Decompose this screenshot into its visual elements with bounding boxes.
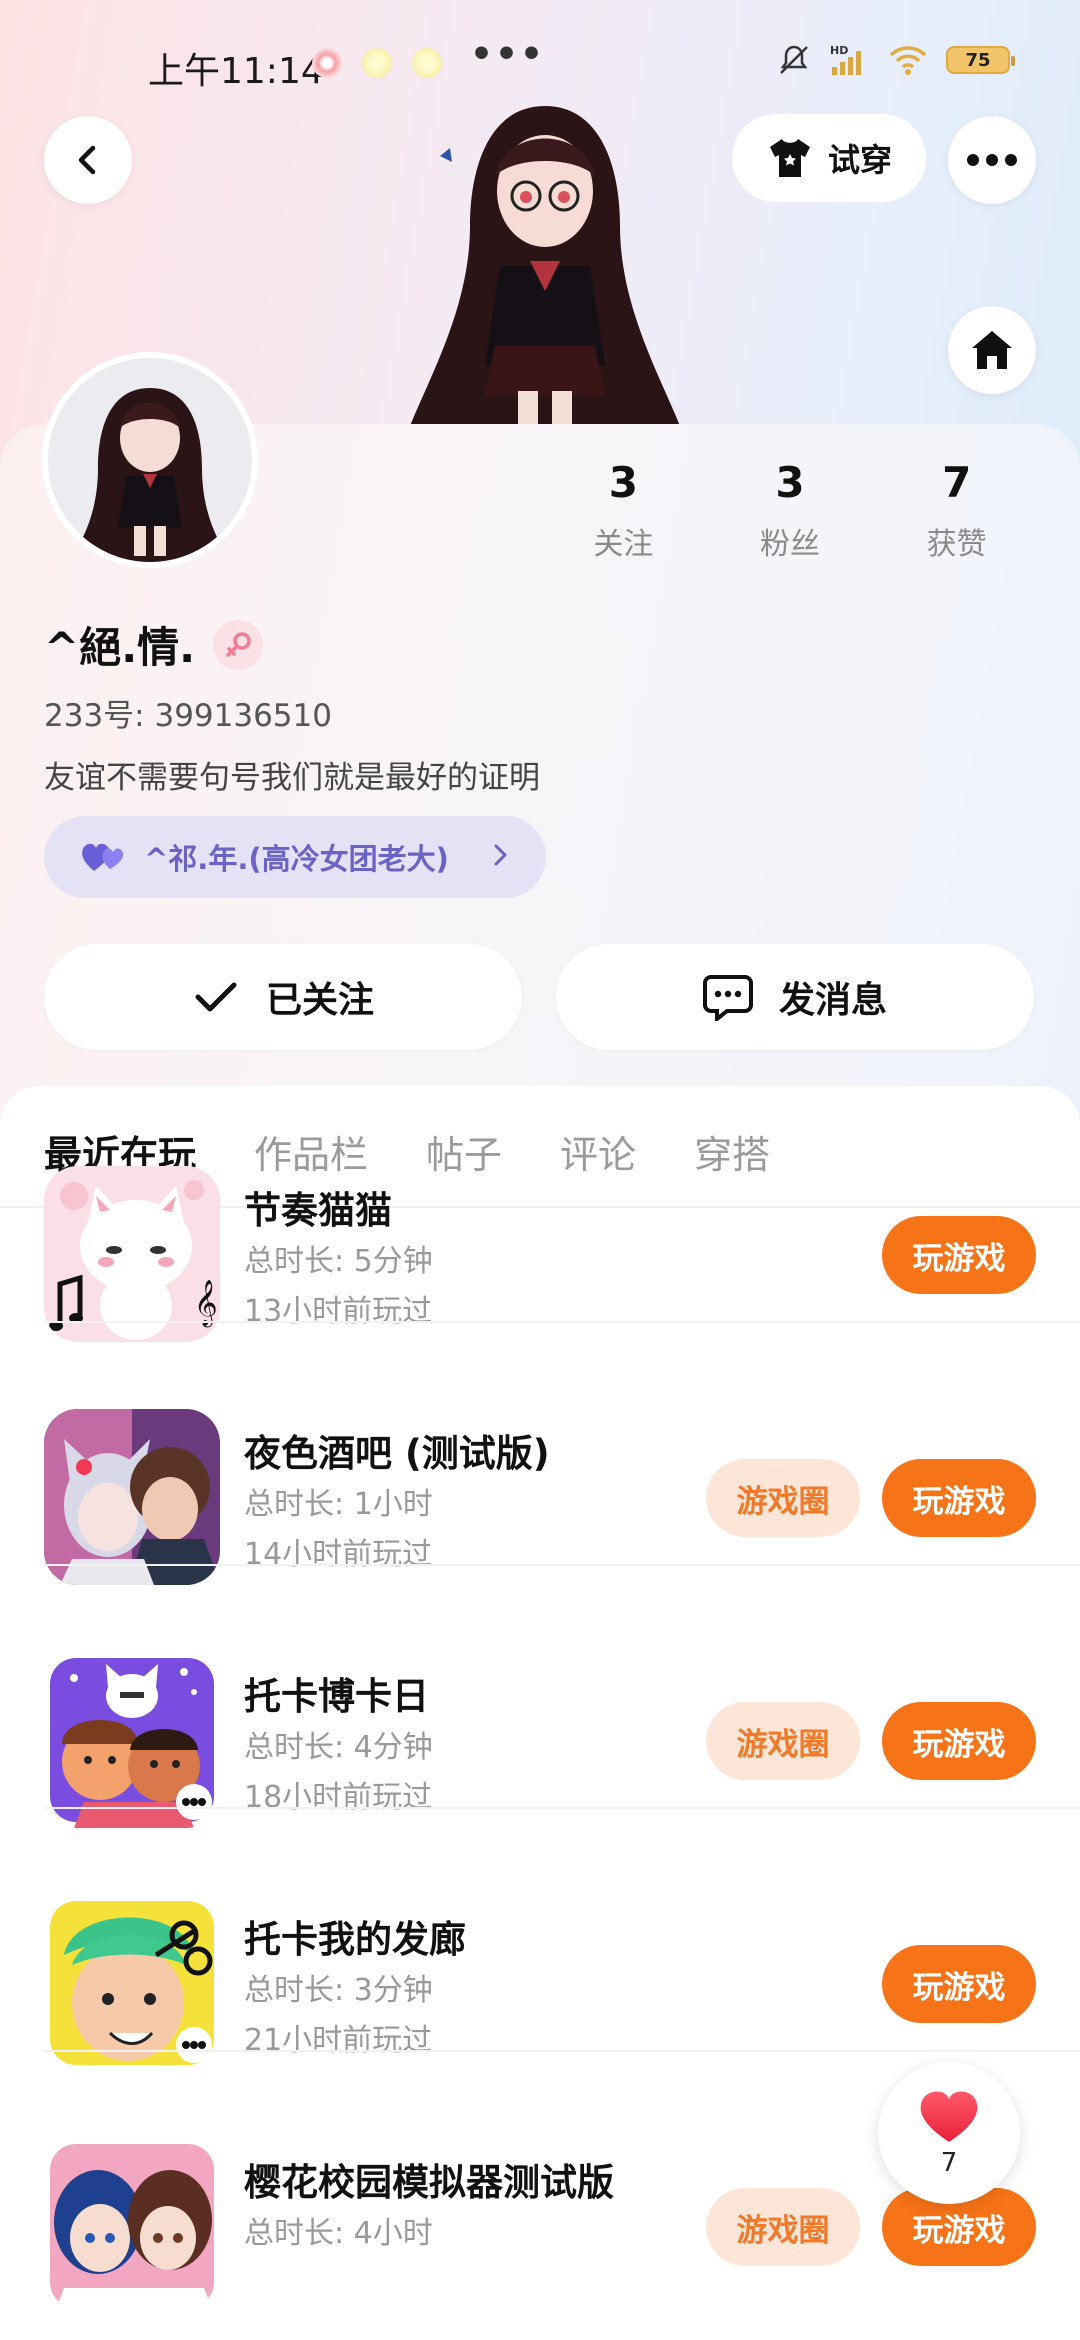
game-duration: 总时长: 3分钟 (244, 1973, 433, 2008)
game-circle-button[interactable]: 游戏圈 (706, 1702, 860, 1780)
stat-likes[interactable]: 7 获赞 (873, 458, 1040, 563)
stat-label: 关注 (593, 527, 654, 562)
game-icon-rhythm-cat: 𝄞 (44, 1166, 220, 1342)
game-title: 托卡我的发廊 (244, 1918, 466, 1961)
status-time: 上午11:14 (148, 51, 324, 92)
like-count: 7 (940, 2148, 958, 2178)
game-title: 夜色酒吧 (测试版) (244, 1432, 550, 1475)
game-title: 托卡博卡日 (244, 1675, 429, 1718)
game-duration: 总时长: 4分钟 (244, 1730, 433, 1765)
like-button[interactable]: 7 (878, 2062, 1020, 2204)
try-on-button[interactable]: 试穿 (732, 114, 926, 202)
play-game-button[interactable]: 玩游戏 (882, 1702, 1036, 1780)
stat-label: 粉丝 (760, 527, 820, 562)
play-game-button[interactable]: 玩游戏 (882, 1945, 1036, 2023)
notification-icon (362, 48, 392, 78)
more-icon (967, 154, 1017, 166)
avatar-image (48, 358, 252, 562)
double-heart-icon (82, 843, 124, 871)
game-row[interactable]: 夜色酒吧 (测试版) 总时长: 1小时 14小时前玩过 游戏圈 玩游戏 (0, 1323, 1080, 1585)
check-icon (195, 982, 237, 1012)
mute-icon (780, 45, 808, 74)
avatar[interactable] (42, 352, 258, 568)
wifi-icon (889, 46, 927, 75)
avatar-character-image (410, 106, 680, 426)
shirt-icon (769, 139, 810, 177)
stat-label: 获赞 (926, 527, 987, 562)
signal-icon: HD (830, 44, 861, 75)
play-game-button[interactable]: 玩游戏 (882, 1216, 1036, 1294)
game-row[interactable]: 托卡博卡日 总时长: 4分钟 18小时前玩过 游戏圈 玩游戏 (0, 1566, 1080, 1828)
svg-text:HD: HD (830, 44, 848, 57)
play-game-button[interactable]: 玩游戏 (882, 1459, 1036, 1537)
heart-icon (920, 2091, 978, 2142)
more-button[interactable] (948, 116, 1036, 204)
profile-stats: 3 关注 3 粉丝 7 获赞 (540, 458, 1040, 563)
notification-icon (412, 48, 442, 78)
game-duration: 总时长: 4小时 (244, 2216, 433, 2251)
game-duration: 总时长: 1小时 (244, 1487, 433, 1522)
status-more-icon: ••• (470, 34, 546, 75)
game-circle-button[interactable]: 游戏圈 (706, 1459, 860, 1537)
stat-value: 7 (942, 458, 972, 507)
user-id: 233号: 399136510 (44, 698, 332, 734)
stat-value: 3 (775, 458, 805, 507)
game-icon-toca-boca-day (44, 1652, 220, 1828)
game-icon-toca-hair-salon (44, 1895, 220, 2071)
game-icon-night-bar (44, 1409, 220, 1585)
relation-pill[interactable]: ^祁.年.(高冷女团老大) (44, 816, 546, 898)
home-button[interactable] (948, 306, 1036, 394)
chat-bubble-icon (702, 975, 753, 1021)
game-row[interactable]: 𝄞 节奏猫猫 总时长: 5分钟 13小时前玩过 玩游戏 (0, 1080, 1080, 1342)
stat-value: 3 (608, 458, 638, 507)
send-message-label: 发消息 (778, 980, 887, 1021)
nickname: ^絕.情. (44, 623, 196, 672)
followed-label: 已关注 (265, 980, 374, 1021)
notification-icon (312, 48, 342, 78)
followed-button[interactable]: 已关注 (44, 944, 522, 1050)
user-bio: 友谊不需要句号我们就是最好的证明 (44, 760, 540, 796)
female-icon (213, 619, 264, 670)
chevron-right-icon (490, 838, 510, 876)
stat-following[interactable]: 3 关注 (540, 458, 707, 563)
battery-icon: 75 (946, 46, 1015, 74)
game-circle-button[interactable]: 游戏圈 (706, 2188, 860, 2266)
stat-followers[interactable]: 3 粉丝 (707, 458, 874, 563)
chevron-left-icon (78, 145, 96, 175)
game-title: 节奏猫猫 (244, 1189, 392, 1232)
send-message-button[interactable]: 发消息 (556, 944, 1034, 1050)
try-on-label: 试穿 (827, 141, 892, 179)
game-duration: 总时长: 5分钟 (244, 1244, 433, 1279)
game-row[interactable]: 托卡我的发廊 总时长: 3分钟 21小时前玩过 玩游戏 (0, 1809, 1080, 2065)
back-button[interactable] (44, 116, 132, 204)
game-title: 樱花校园模拟器测试版 (244, 2161, 614, 2204)
profile-screen: 上午11:14 ••• HD 75 试穿 3 关注 3 粉丝 7 获赞 ^絕.情… (0, 0, 1080, 2340)
nickname-row: ^絕.情. (44, 614, 264, 675)
home-icon (972, 331, 1012, 369)
relation-label: ^祁.年.(高冷女团老大) (144, 842, 449, 876)
status-icons: HD 75 (776, 40, 1015, 80)
game-icon-sakura-school (44, 2138, 220, 2314)
